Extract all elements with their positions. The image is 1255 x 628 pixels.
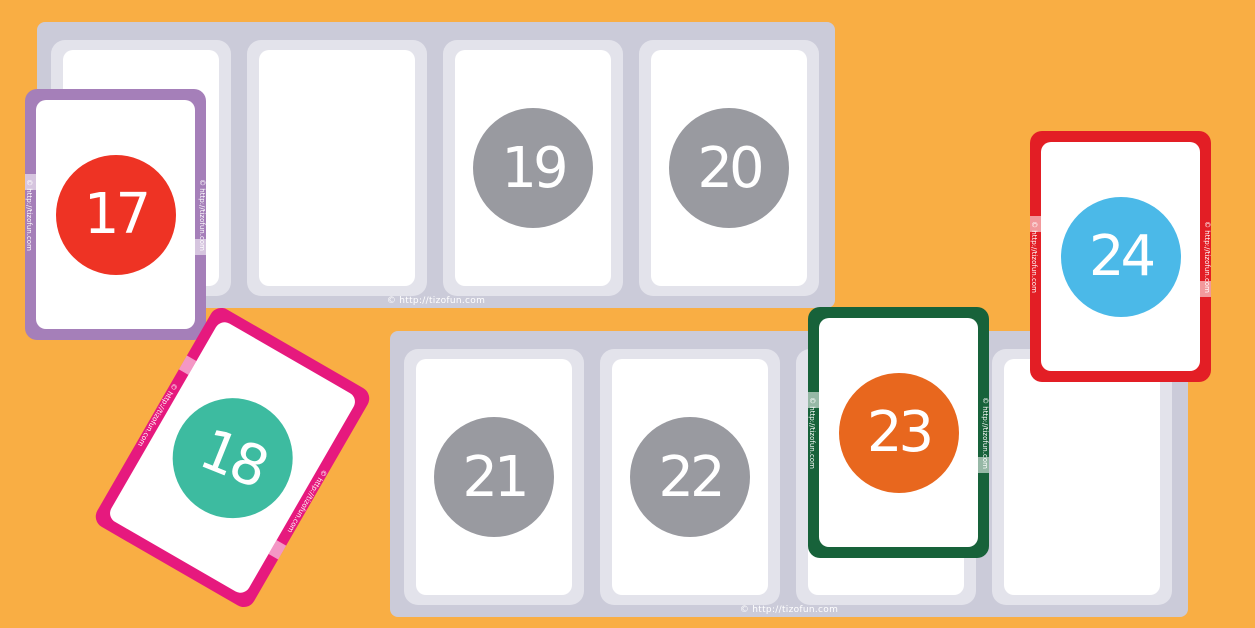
placeholder-number: 19 bbox=[473, 108, 593, 228]
slot-inner: 21 bbox=[416, 359, 572, 595]
slot-22[interactable]: 22 bbox=[600, 349, 780, 605]
card-number: 24 bbox=[1060, 196, 1181, 317]
slot-inner: 19 bbox=[455, 50, 611, 286]
board-copyright: © http://tizofun.com bbox=[739, 605, 839, 615]
slot-inner: 20 bbox=[651, 50, 807, 286]
slot-21[interactable]: 21 bbox=[404, 349, 584, 605]
card-copyright-left: © http://tizofun.com bbox=[808, 396, 816, 469]
number-card-18[interactable]: 18 © http://tizofun.com © http://tizofun… bbox=[91, 303, 374, 612]
card-copyright-right: © http://tizofun.com bbox=[981, 396, 989, 469]
slot-inner bbox=[259, 50, 415, 286]
card-copyright-left: © http://tizofun.com bbox=[1030, 220, 1038, 293]
card-copyright-right: © http://tizofun.com bbox=[1203, 220, 1211, 293]
number-card-23[interactable]: 23 © http://tizofun.com © http://tizofun… bbox=[808, 307, 989, 558]
card-copyright-right: © http://tizofun.com bbox=[198, 178, 206, 251]
slot-19[interactable]: 19 bbox=[443, 40, 623, 296]
card-number: 17 bbox=[55, 154, 176, 275]
placeholder-number: 22 bbox=[630, 417, 750, 537]
slot-inner: 22 bbox=[612, 359, 768, 595]
card-face: 24 bbox=[1041, 142, 1200, 371]
number-card-24[interactable]: 24 © http://tizofun.com © http://tizofun… bbox=[1030, 131, 1211, 382]
placeholder-number: 21 bbox=[434, 417, 554, 537]
placeholder-number: 20 bbox=[669, 108, 789, 228]
card-number: 23 bbox=[838, 372, 959, 493]
number-card-17[interactable]: 17 © http://tizofun.com © http://tizofun… bbox=[25, 89, 206, 340]
slot-24[interactable] bbox=[992, 349, 1172, 605]
card-number: 18 bbox=[154, 379, 311, 536]
slot-inner bbox=[1004, 359, 1160, 595]
slot-18[interactable] bbox=[247, 40, 427, 296]
slot-20[interactable]: 20 bbox=[639, 40, 819, 296]
card-face: 17 bbox=[36, 100, 195, 329]
card-face: 18 bbox=[106, 318, 359, 597]
card-copyright-left: © http://tizofun.com bbox=[25, 178, 33, 251]
card-face: 23 bbox=[819, 318, 978, 547]
